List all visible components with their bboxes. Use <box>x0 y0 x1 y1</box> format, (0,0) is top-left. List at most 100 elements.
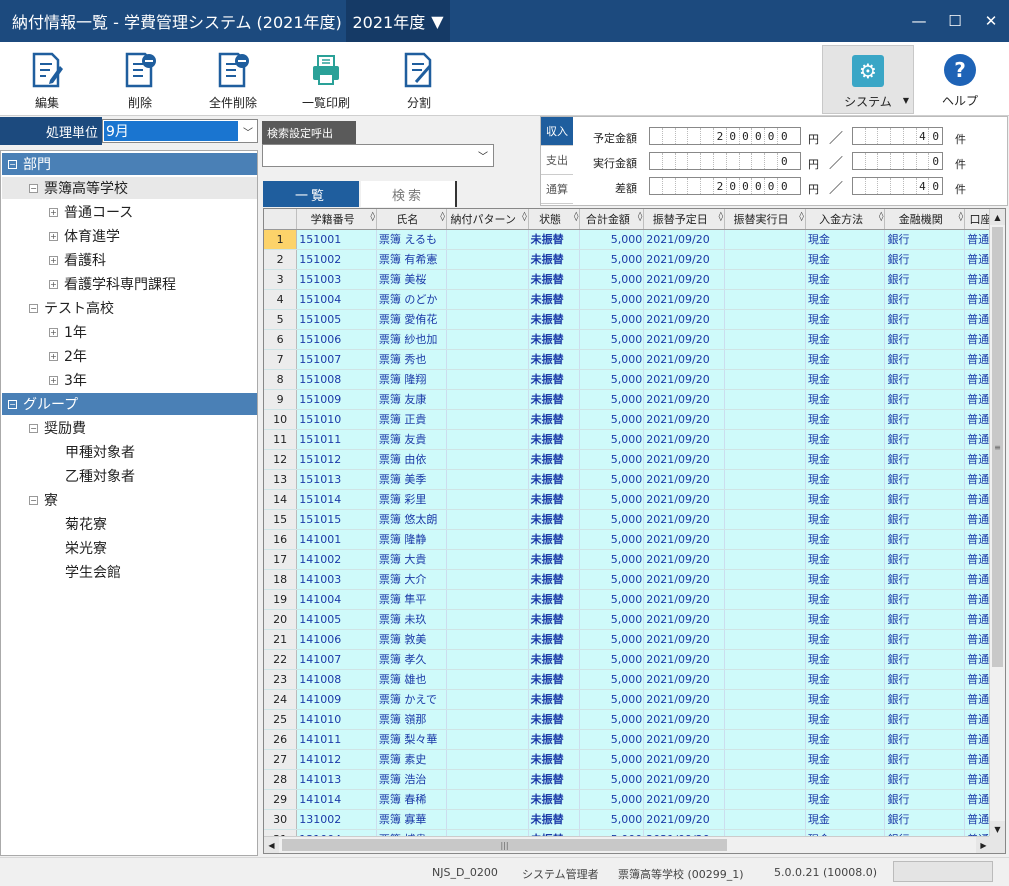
table-cell[interactable]: 未振替 <box>528 349 581 370</box>
table-row[interactable]: 10 151010 票簿 正貴 未振替 5,000 2021/09/20 現金 銀行 普通 <box>264 409 1005 430</box>
table-cell[interactable] <box>446 329 529 350</box>
table-row[interactable]: 24 141009 票簿 かえで 未振替 5,000 2021/09/20 現金 銀行 普通 <box>264 689 1005 710</box>
table-cell[interactable] <box>446 669 529 690</box>
table-cell[interactable] <box>724 429 806 450</box>
table-cell[interactable]: 5,000 <box>579 469 645 490</box>
table-cell[interactable]: 未振替 <box>528 229 581 250</box>
table-cell[interactable]: 未振替 <box>528 449 581 470</box>
table-cell[interactable]: 151007 <box>296 349 377 370</box>
table-cell[interactable]: 現金 <box>805 269 886 290</box>
expand-icon[interactable]: + <box>49 279 58 289</box>
table-cell[interactable]: 銀行 <box>884 289 966 310</box>
table-cell[interactable]: 未振替 <box>528 309 581 330</box>
row-number[interactable]: 2 <box>264 249 298 270</box>
table-row[interactable]: 8 151008 票簿 隆翔 未振替 5,000 2021/09/20 現金 銀行 普通 <box>264 369 1005 390</box>
table-cell[interactable]: 銀行 <box>884 529 966 550</box>
table-cell[interactable] <box>724 769 806 790</box>
table-cell[interactable]: 5,000 <box>579 349 645 370</box>
table-cell[interactable]: 2021/09/20 <box>643 789 726 810</box>
table-cell[interactable]: 141001 <box>296 529 377 550</box>
table-cell[interactable]: 5,000 <box>579 569 645 590</box>
table-cell[interactable] <box>724 589 806 610</box>
table-cell[interactable]: 151013 <box>296 469 377 490</box>
table-cell[interactable]: 未振替 <box>528 409 581 430</box>
table-cell[interactable]: 銀行 <box>884 269 966 290</box>
tree-node[interactable]: − 票簿高等学校 <box>2 177 257 199</box>
tree-node[interactable]: − 部門 <box>2 153 257 175</box>
table-cell[interactable]: 5,000 <box>579 449 645 470</box>
column-header[interactable]: 振替実行日 ◊ <box>724 209 806 230</box>
table-row[interactable]: 29 141014 票簿 春稀 未振替 5,000 2021/09/20 現金 銀行 普通 <box>264 789 1005 810</box>
table-cell[interactable]: 現金 <box>805 569 886 590</box>
table-cell[interactable] <box>724 289 806 310</box>
table-cell[interactable]: 銀行 <box>884 489 966 510</box>
table-cell[interactable] <box>446 549 529 570</box>
table-cell[interactable]: 2021/09/20 <box>643 649 726 670</box>
row-number[interactable]: 19 <box>264 589 298 610</box>
table-cell[interactable]: 5,000 <box>579 789 645 810</box>
table-cell[interactable]: 現金 <box>805 689 886 710</box>
table-cell[interactable]: 5,000 <box>579 729 645 750</box>
tree-node[interactable]: 乙種対象者 <box>65 465 135 487</box>
table-cell[interactable]: 銀行 <box>884 429 966 450</box>
table-cell[interactable]: 現金 <box>805 549 886 570</box>
table-cell[interactable]: 151012 <box>296 449 377 470</box>
tree-node[interactable]: 菊花寮 <box>65 513 107 535</box>
row-number[interactable]: 20 <box>264 609 298 630</box>
table-cell[interactable]: 141013 <box>296 769 377 790</box>
row-number[interactable]: 8 <box>264 369 298 390</box>
table-cell[interactable]: 銀行 <box>884 329 966 350</box>
table-cell[interactable]: 現金 <box>805 229 886 250</box>
tree-node[interactable]: − テスト高校 <box>29 297 114 319</box>
expand-icon[interactable]: + <box>49 207 58 217</box>
table-cell[interactable]: 票簿 友康 <box>376 389 447 410</box>
table-cell[interactable]: 銀行 <box>884 389 966 410</box>
table-cell[interactable]: 票簿 えるも <box>376 229 447 250</box>
table-cell[interactable]: 票簿 未玖 <box>376 609 447 630</box>
table-cell[interactable] <box>724 549 806 570</box>
tree-node[interactable]: 栄光寮 <box>65 537 107 559</box>
table-cell[interactable] <box>724 809 806 830</box>
table-cell[interactable] <box>446 729 529 750</box>
table-cell[interactable]: 票簿 大介 <box>376 569 447 590</box>
table-cell[interactable]: 現金 <box>805 349 886 370</box>
table-cell[interactable]: 151009 <box>296 389 377 410</box>
table-cell[interactable]: 5,000 <box>579 269 645 290</box>
table-cell[interactable] <box>446 369 529 390</box>
table-cell[interactable] <box>724 229 806 250</box>
table-cell[interactable]: 現金 <box>805 669 886 690</box>
tree-node[interactable]: − グループ <box>2 393 257 415</box>
table-cell[interactable]: 未振替 <box>528 329 581 350</box>
summary-tab-total[interactable]: 通算 <box>541 175 573 204</box>
table-cell[interactable] <box>446 589 529 610</box>
table-cell[interactable] <box>724 469 806 490</box>
table-cell[interactable]: 票簿 隆静 <box>376 529 447 550</box>
row-number[interactable]: 16 <box>264 529 298 550</box>
table-cell[interactable]: 未振替 <box>528 489 581 510</box>
tree-node[interactable]: + 普通コース <box>49 201 133 223</box>
row-number[interactable]: 12 <box>264 449 298 470</box>
table-cell[interactable]: 2021/09/20 <box>643 489 726 510</box>
table-cell[interactable]: 現金 <box>805 749 886 770</box>
summary-tab-expense[interactable]: 支出 <box>541 146 573 175</box>
table-cell[interactable]: 現金 <box>805 709 886 730</box>
table-cell[interactable]: 票簿 雄也 <box>376 669 447 690</box>
expand-icon[interactable]: + <box>49 231 58 241</box>
table-cell[interactable]: 現金 <box>805 809 886 830</box>
table-cell[interactable]: 5,000 <box>579 589 645 610</box>
vertical-scrollbar[interactable]: ▲ ≡ ▼ <box>989 209 1005 837</box>
table-cell[interactable]: 141011 <box>296 729 377 750</box>
table-cell[interactable]: 2021/09/20 <box>643 289 726 310</box>
collapse-icon[interactable]: − <box>29 303 38 313</box>
table-cell[interactable]: 141007 <box>296 649 377 670</box>
table-cell[interactable]: 票簿 彩里 <box>376 489 447 510</box>
table-cell[interactable] <box>446 269 529 290</box>
row-number[interactable]: 29 <box>264 789 298 810</box>
row-number[interactable]: 13 <box>264 469 298 490</box>
table-cell[interactable]: 未振替 <box>528 689 581 710</box>
table-cell[interactable]: 銀行 <box>884 369 966 390</box>
table-row[interactable]: 14 151014 票簿 彩里 未振替 5,000 2021/09/20 現金 銀行 普通 <box>264 489 1005 510</box>
edit-button[interactable]: 編集 <box>12 48 82 112</box>
table-row[interactable]: 5 151005 票簿 愛侑花 未振替 5,000 2021/09/20 現金 銀行 普通 <box>264 309 1005 330</box>
table-cell[interactable]: 5,000 <box>579 309 645 330</box>
